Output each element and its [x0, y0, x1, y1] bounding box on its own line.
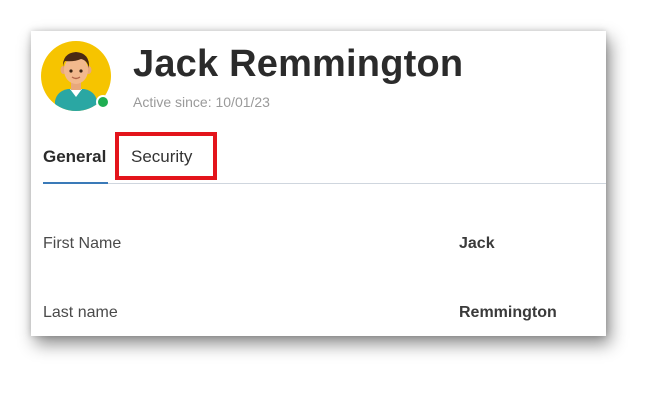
- active-since-text: Active since: 10/01/23: [133, 94, 270, 110]
- tab-general[interactable]: General: [43, 147, 106, 167]
- user-profile-card: Jack Remmington Active since: 10/01/23 G…: [31, 31, 606, 336]
- first-name-value: Jack: [459, 235, 495, 252]
- first-name-label: First Name: [43, 235, 122, 252]
- online-status-dot: [96, 95, 110, 109]
- last-name-value: Remmington: [459, 304, 557, 321]
- tab-general-active-indicator: [43, 182, 108, 184]
- tab-bar-divider: [43, 183, 606, 184]
- profile-tabs: General Security: [43, 139, 606, 184]
- tab-security[interactable]: Security: [131, 147, 192, 167]
- user-name: Jack Remmington: [133, 43, 464, 85]
- last-name-label: Last name: [43, 304, 118, 321]
